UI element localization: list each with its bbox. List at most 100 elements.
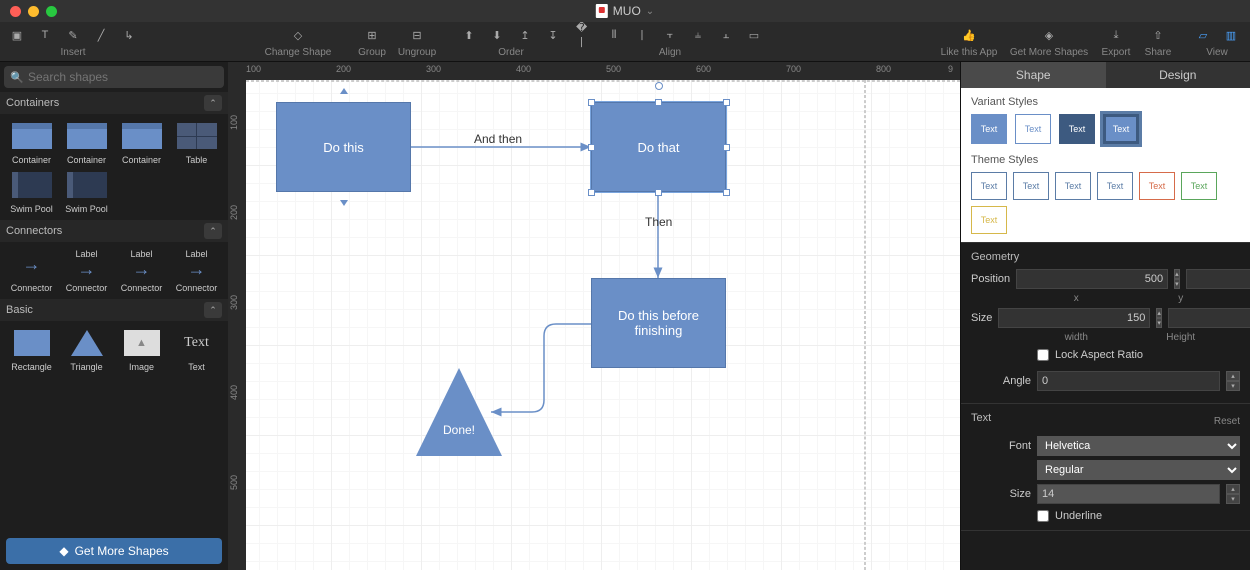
shape-container[interactable]: Container — [61, 120, 112, 165]
width-input[interactable] — [998, 308, 1150, 328]
resize-handle[interactable] — [655, 189, 662, 196]
shape-swimpool[interactable]: Swim Pool — [6, 169, 57, 214]
node-do-that[interactable]: Do that — [591, 102, 726, 192]
shape-text[interactable]: TextText — [171, 327, 222, 372]
collapse-icon[interactable]: ⌃ — [204, 223, 222, 239]
insert-text-icon[interactable]: T — [35, 25, 55, 45]
variant-swatch[interactable]: Text — [971, 114, 1007, 144]
shapes-library-icon[interactable]: ◈ — [1039, 25, 1059, 45]
maximize-window-button[interactable] — [46, 6, 57, 17]
export-icon[interactable]: ⤓ — [1106, 25, 1126, 45]
extend-handle-up-icon[interactable] — [340, 88, 348, 94]
align-center-icon[interactable]: ⫴ — [604, 25, 624, 45]
rotate-handle-icon[interactable] — [655, 82, 663, 90]
ungroup-icon[interactable]: ⊟ — [407, 25, 427, 45]
align-top-icon[interactable]: ⫟ — [660, 25, 680, 45]
view-panels-icon[interactable]: ▥ — [1221, 25, 1241, 45]
height-input[interactable] — [1168, 308, 1250, 328]
send-backward-icon[interactable]: ↧ — [543, 25, 563, 45]
resize-handle[interactable] — [723, 189, 730, 196]
section-connectors-header[interactable]: Connectors ⌃ — [0, 220, 228, 242]
edge-label-and-then[interactable]: And then — [474, 132, 522, 146]
connector-icon[interactable]: ↳ — [119, 25, 139, 45]
angle-input[interactable] — [1037, 371, 1220, 391]
canvas[interactable]: Do this And then Do that — [246, 80, 960, 570]
shape-swimpool[interactable]: Swim Pool — [61, 169, 112, 214]
resize-handle[interactable] — [588, 144, 595, 151]
stepper[interactable]: ▴▾ — [1226, 484, 1240, 504]
position-x-input[interactable] — [1016, 269, 1168, 289]
theme-swatch[interactable]: Text — [1055, 172, 1091, 200]
theme-swatch[interactable]: Text — [1181, 172, 1217, 200]
section-basic-header[interactable]: Basic ⌃ — [0, 299, 228, 321]
minimize-window-button[interactable] — [28, 6, 39, 17]
font-size-input[interactable] — [1037, 484, 1220, 504]
send-back-icon[interactable]: ⬇ — [487, 25, 507, 45]
document-title[interactable]: MUO ⌄ — [596, 4, 654, 18]
theme-swatch[interactable]: Text — [971, 206, 1007, 234]
tab-shape[interactable]: Shape — [961, 62, 1106, 88]
shape-image[interactable]: ▲Image — [116, 327, 167, 372]
stepper[interactable]: ▴▾ — [1174, 269, 1180, 289]
search-input[interactable] — [4, 66, 224, 88]
shape-triangle[interactable]: Triangle — [61, 327, 112, 372]
lock-aspect-checkbox[interactable] — [1037, 349, 1049, 361]
share-icon[interactable]: ⇧ — [1148, 25, 1168, 45]
variant-swatch[interactable]: Text — [1059, 114, 1095, 144]
theme-swatch[interactable]: Text — [1139, 172, 1175, 200]
underline-checkbox[interactable] — [1037, 510, 1049, 522]
shape-rectangle[interactable]: Rectangle — [6, 327, 57, 372]
variant-swatch[interactable]: Text — [1103, 114, 1139, 144]
shape-connector[interactable]: Label→Connector — [171, 248, 222, 293]
bring-front-icon[interactable]: ⬆ — [459, 25, 479, 45]
resize-handle[interactable] — [655, 99, 662, 106]
resize-handle[interactable] — [588, 189, 595, 196]
collapse-icon[interactable]: ⌃ — [204, 95, 222, 111]
close-window-button[interactable] — [10, 6, 21, 17]
shape-connector[interactable]: →Connector — [6, 248, 57, 293]
align-middle-icon[interactable]: ⫨ — [688, 25, 708, 45]
align-left-icon[interactable]: �丨 — [576, 25, 596, 45]
view-layout-icon[interactable]: ▱ — [1193, 25, 1213, 45]
node-label: Do that — [638, 140, 680, 155]
insert-image-icon[interactable]: ▣ — [7, 25, 27, 45]
node-done[interactable]: Done! — [416, 368, 502, 456]
extend-handle-down-icon[interactable] — [340, 200, 348, 206]
shape-connector[interactable]: Label→Connector — [61, 248, 112, 293]
font-select[interactable]: Helvetica — [1037, 436, 1240, 456]
shape-container[interactable]: Container — [6, 120, 57, 165]
change-shape-icon[interactable]: ◇ — [288, 25, 308, 45]
get-more-shapes-button[interactable]: ◆ Get More Shapes — [6, 538, 222, 564]
node-do-this[interactable]: Do this — [276, 102, 411, 192]
node-label: Do this before finishing — [600, 308, 717, 338]
align-bottom-icon[interactable]: ⫠ — [716, 25, 736, 45]
stepper[interactable]: ▴▾ — [1156, 308, 1162, 328]
document-icon — [596, 4, 608, 18]
thumbs-up-icon[interactable]: 👍 — [959, 25, 979, 45]
font-weight-select[interactable]: Regular — [1037, 460, 1240, 480]
stepper[interactable]: ▴▾ — [1226, 371, 1240, 391]
variant-swatch[interactable]: Text — [1015, 114, 1051, 144]
shape-connector[interactable]: Label→Connector — [116, 248, 167, 293]
section-containers-header[interactable]: Containers ⌃ — [0, 92, 228, 114]
theme-swatch[interactable]: Text — [1097, 172, 1133, 200]
theme-swatch[interactable]: Text — [971, 172, 1007, 200]
resize-handle[interactable] — [588, 99, 595, 106]
tab-design[interactable]: Design — [1106, 62, 1250, 88]
shape-container[interactable]: Container — [116, 120, 167, 165]
distribute-icon[interactable]: ▭ — [744, 25, 764, 45]
reset-button[interactable]: Reset — [1214, 416, 1240, 427]
collapse-icon[interactable]: ⌃ — [204, 302, 222, 318]
edge-label-then[interactable]: Then — [645, 215, 672, 229]
position-y-input[interactable] — [1186, 269, 1250, 289]
align-right-icon[interactable]: 丨 — [632, 25, 652, 45]
theme-swatch[interactable]: Text — [1013, 172, 1049, 200]
bring-forward-icon[interactable]: ↥ — [515, 25, 535, 45]
resize-handle[interactable] — [723, 99, 730, 106]
node-do-this-before-finishing[interactable]: Do this before finishing — [591, 278, 726, 368]
line-icon[interactable]: ╱ — [91, 25, 111, 45]
group-icon[interactable]: ⊞ — [362, 25, 382, 45]
pencil-icon[interactable]: ✎ — [63, 25, 83, 45]
resize-handle[interactable] — [723, 144, 730, 151]
shape-table[interactable]: Table — [171, 120, 222, 165]
